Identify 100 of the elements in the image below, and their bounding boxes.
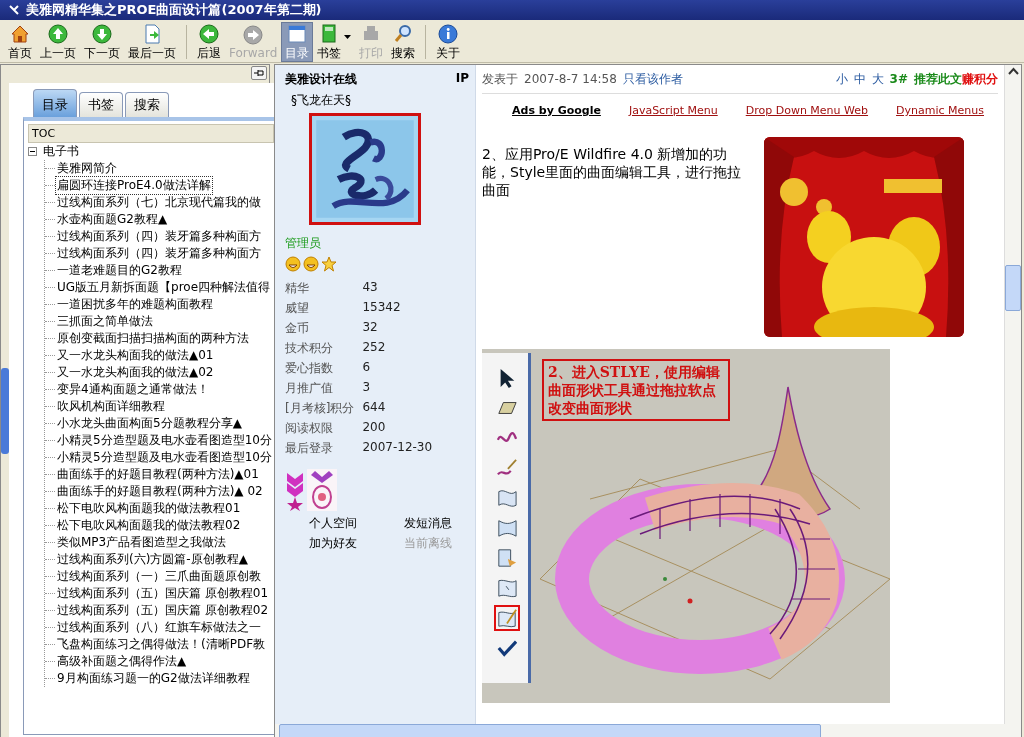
sidebar-tab[interactable]: 目录 — [33, 89, 77, 117]
tree-item[interactable]: 过线构面系列（八）红旗车标做法之一 — [55, 618, 263, 637]
tree-item[interactable]: 扁圆环连接ProE4.0做法详解 — [55, 176, 213, 195]
stat-value: 200 — [362, 420, 387, 436]
tree-item[interactable]: 9月构面练习题一的G2做法详细教程 — [55, 669, 252, 687]
post-time: 2007-8-7 14:58 — [524, 72, 617, 86]
stat-label: 威望 — [285, 300, 310, 317]
surface-connect-tool-icon — [497, 518, 517, 538]
smiley-icon — [285, 256, 301, 272]
surface-tool-icon — [497, 488, 517, 508]
tree-item[interactable]: 又一水龙头构面我的做法▲01 — [55, 346, 216, 365]
tree-item[interactable]: 过线构面系列(六)方圆篇-原创教程▲ — [55, 550, 250, 569]
tree-item[interactable]: 过线构面系列（四）装牙篇多种构面方 — [55, 227, 263, 246]
tree-item[interactable]: 三抓面之简单做法 — [55, 312, 155, 331]
toolbar-button[interactable]: 上一页 — [36, 22, 80, 62]
tree-item[interactable]: 过线构面系列（一）三爪曲面题原创教 — [55, 567, 263, 586]
author-only-link[interactable]: 只看该作者 — [622, 70, 683, 88]
caret-icon[interactable] — [344, 35, 352, 40]
tree-item[interactable]: 曲面练手的好题目教程(两种方法)▲01 — [55, 465, 261, 484]
horizontal-scrollbar[interactable] — [275, 724, 1021, 737]
toolbar-button[interactable]: 首页 — [4, 22, 36, 62]
stat-value: 2007-12-30 — [362, 440, 434, 456]
scrollbar-thumb[interactable] — [1005, 265, 1021, 311]
toolbar-button[interactable]: 后退 — [193, 22, 225, 62]
tree-item[interactable]: 过线构面系列（七）北京现代篇我的做 — [55, 193, 263, 212]
sidebar-tab[interactable]: 书签 — [79, 92, 123, 117]
collapse-icon[interactable] — [28, 147, 37, 156]
toolbar-button[interactable]: 关于 — [432, 22, 465, 62]
tree-item[interactable]: 一道老难题目的G2教程 — [55, 261, 184, 280]
stat-label: 月推广值 — [285, 380, 334, 397]
stat-label: 精华 — [285, 280, 310, 297]
back-icon — [198, 22, 220, 45]
toolbar-button[interactable]: 书签 — [313, 22, 356, 62]
ad-link[interactable]: Dynamic Menus — [896, 104, 984, 117]
tree-item[interactable]: 美雅网简介 — [55, 160, 119, 178]
sidebar-tab[interactable]: 搜索 — [125, 92, 169, 117]
surface-trim-tool-icon — [497, 548, 517, 568]
tree-item[interactable]: 水壶构面题G2教程▲ — [55, 210, 170, 229]
profile-link[interactable]: 发短消息 — [404, 515, 469, 532]
stat-value: 252 — [362, 340, 387, 356]
font-size-link[interactable]: 中 — [853, 70, 866, 88]
down-icon — [91, 22, 113, 45]
stat-value: 6 — [362, 360, 371, 376]
tree-item[interactable]: 吹风机构面详细教程 — [55, 397, 167, 416]
toolbar-button[interactable]: 搜索 — [387, 22, 420, 62]
pin-button[interactable] — [251, 66, 267, 80]
tree-item[interactable]: 类似MP3产品看图造型之我做法 — [55, 533, 229, 552]
scrollbar-thumb[interactable] — [279, 724, 821, 737]
up-icon — [47, 22, 69, 45]
stat-label: 爱心指数 — [285, 360, 334, 377]
font-size-link[interactable]: 小 — [835, 70, 848, 88]
tree-header: TOC — [28, 124, 274, 143]
tree-item[interactable]: 松下电吹风构面题我的做法教程01 — [55, 499, 243, 518]
tree-item[interactable]: 电子书 — [41, 142, 81, 161]
toolbar-button[interactable]: 下一页 — [80, 22, 124, 62]
tree-item[interactable]: 松下电吹风构面题我的做法教程02 — [55, 516, 243, 535]
tree-item[interactable]: 又一水龙头构面我的做法▲02 — [55, 363, 216, 382]
vertical-scrollbar[interactable] — [1004, 65, 1021, 724]
site-name: 美雅设计在线 — [285, 71, 357, 88]
tree-item[interactable]: 过线构面系列（五）国庆篇 原创教程02 — [55, 601, 271, 620]
tree-item[interactable]: 飞盘构面练习之偶得做法！(清晰PDF教 — [55, 635, 268, 654]
stat-label: 金币 — [285, 320, 310, 337]
stat-label: 阅读权限 — [285, 420, 334, 437]
stat-label: 最后登录 — [285, 440, 334, 457]
ip-label: IP — [455, 71, 469, 87]
tree-item[interactable]: 一道困扰多年的难题构面教程 — [55, 295, 215, 314]
tree-item[interactable]: 过线构面系列（四）装牙篇多种构面方 — [55, 244, 263, 263]
annotation-note: 2、进入STLYE，使用编辑曲面形状工具通过拖拉软点改变曲面形状 — [542, 359, 730, 421]
tree-item[interactable]: 高级补面题之偶得作法▲ — [55, 652, 189, 671]
splitter-handle[interactable] — [1, 368, 9, 454]
tree-item[interactable]: 过线构面系列（五）国庆篇 原创教程01 — [55, 584, 271, 603]
badge-icon — [307, 469, 337, 511]
username[interactable]: §飞龙在天§ — [285, 92, 469, 109]
earn-points-link[interactable]: 赚积分 — [962, 70, 998, 88]
stat-label: 技术积分 — [285, 340, 334, 357]
toolbar-button[interactable]: 最后一页 — [124, 22, 180, 62]
tree-item[interactable]: 小精灵5分造型题及电水壶看图造型10分 — [55, 431, 274, 450]
tree-item[interactable]: 小精灵5分造型题及电水壶看图造型10分 — [55, 448, 274, 467]
tree-item[interactable]: 变异4通构面题之通常做法！ — [55, 380, 211, 399]
done-tool-icon — [497, 638, 517, 658]
pin-icon — [254, 69, 264, 77]
profile-link[interactable]: 个人空间 — [309, 515, 374, 532]
stat-value: 43 — [362, 280, 379, 296]
tree-item[interactable]: 曲面练手的好题目教程(两种方法)▲ 02 — [55, 482, 265, 501]
tree-item[interactable]: 原创变截面扫描扫描构面的两种方法 — [55, 329, 251, 348]
tree-item[interactable]: UG版五月新拆面题【proe四种解法值得 — [55, 278, 273, 297]
ads-title[interactable]: Ads by Google — [512, 104, 601, 117]
ad-link[interactable]: Drop Down Menu Web — [745, 104, 869, 117]
font-size-link[interactable]: 大 — [871, 70, 884, 88]
stat-value: 3 — [362, 380, 371, 396]
about-icon — [437, 22, 460, 45]
profile-link[interactable]: 加为好友 — [309, 535, 374, 552]
surface-edit-tool-icon — [497, 578, 517, 598]
star-icon — [321, 256, 337, 272]
tree-item[interactable]: 小水龙头曲面构面5分题教程分享▲ — [55, 414, 244, 433]
ad-link[interactable]: JavaScript Menu — [628, 104, 718, 117]
recommend-link[interactable]: 推荐此文 — [914, 70, 962, 88]
floor-number: 3# — [889, 72, 908, 86]
stat-value: 644 — [362, 400, 387, 416]
forward-icon — [242, 24, 265, 46]
